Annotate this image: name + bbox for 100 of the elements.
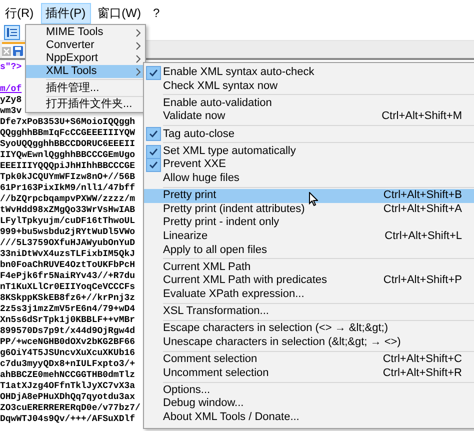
code-line: ahBBCZE0mehNCCGGTHB0dmTlz (0, 370, 136, 380)
menu-item-label: Prevent XXE (163, 158, 226, 172)
code-line: nT1KuXLlCr0EIIYoqCeVCCCFs (0, 282, 136, 292)
menu-item[interactable]: Uncomment selection Ctrl+Alt+Shift+R (144, 366, 474, 380)
menu-item[interactable]: Tag auto-close (144, 128, 474, 142)
code-line: 33niDtWvX4uzsTLFixbIM5QkJ (0, 249, 136, 259)
menu-item-label: Enable auto-validation (163, 96, 272, 110)
menu-item-label: About XML Tools / Donate... (163, 411, 300, 425)
menu-item-label: Unescape characters in selection (&lt;&gt; → <>) (163, 336, 401, 350)
code-line: Tpk0kJCQUYmWFIzw8nO+//56B (0, 172, 136, 182)
code-line: bn0FoaChRUVE4OztToUKFbPcH (0, 260, 136, 270)
code-line: LFylTpkyujm/cuDF16tThwoUL (0, 216, 136, 226)
menu-item[interactable]: Debug window... (144, 397, 474, 411)
menu-item[interactable]: Pretty print (indent attributes) Ctrl+Alt+Shift+A (144, 202, 474, 216)
menu-item-label: Allow huge files (163, 172, 240, 186)
shortcut-label: Ctrl+Alt+Shift+R (382, 366, 462, 380)
code-line: OHDjA8ePHuXDhQq7qyotdu3ax (0, 392, 136, 402)
menu-item-label: Pretty print (indent attributes) (163, 202, 305, 216)
menu-bar-item[interactable]: 插件(P) (40, 3, 91, 24)
menu-item[interactable]: 插件管理... (26, 82, 145, 95)
menu-item[interactable]: Current XML Path (144, 260, 474, 274)
menu-item[interactable]: Allow huge files (144, 172, 474, 186)
menu-item-label: Enable XML syntax auto-check (163, 66, 314, 80)
menu-item[interactable]: NppExport (26, 52, 145, 65)
menu-item-label: Current XML Path with predicates (163, 274, 328, 288)
save-icon[interactable] (13, 46, 23, 56)
mouse-pointer-icon (309, 192, 318, 206)
menu-item[interactable]: Options... (144, 384, 474, 398)
menu-item[interactable]: XML Tools (26, 65, 145, 78)
menu-item[interactable]: Evaluate XPath expression... (144, 288, 474, 302)
menu-item-label: Check XML syntax now (163, 80, 278, 94)
shortcut-label: Ctrl+Alt+Shift+P (383, 274, 462, 288)
code-line: 2z5s3j1mzZmV5rE6n4/79+wD4 (0, 304, 136, 314)
code-line: PP/+wceNGHB0dOXv2bKG2BF66 (0, 337, 136, 347)
shortcut-label: Ctrl+Alt+Shift+B (383, 189, 462, 203)
menu-item[interactable]: Unescape characters in selection (&lt;&gt; → <>) (144, 336, 474, 350)
menu-item-label: Debug window... (163, 397, 244, 411)
menu-item[interactable]: Enable auto-validation (144, 96, 474, 110)
menu-item-label: Validate now (163, 110, 226, 124)
menu-item[interactable]: Escape characters in selection (<> → &lt;&gt;) (144, 322, 474, 336)
menu-item[interactable]: MIME Tools (26, 26, 145, 39)
code-line: 999+bu5wsbdu2jRYtWuDl5VWo (0, 227, 136, 237)
code-line: c7du3myyQDx8+nIULFxpto3/+ (0, 359, 136, 369)
menu-item[interactable]: Apply to all open files (144, 244, 474, 258)
menu-item-label: Linearize (163, 230, 208, 244)
code-line: T1atXJzg4OFfnTklJyXC7vX3a (0, 381, 136, 391)
code-line: 61Pr163PixIkM9/nll1/47bff (0, 183, 136, 193)
code-line: F4ePjk6fr5NaiRYv43//+R7du (0, 271, 136, 281)
menu-item[interactable]: XSL Transformation... (144, 305, 474, 319)
shortcut-label: Ctrl+Alt+Shift+C (382, 353, 462, 367)
menu-item[interactable]: 打开插件文件夹... (26, 98, 145, 112)
menu-item[interactable]: Validate now Ctrl+Alt+Shift+M (144, 110, 474, 124)
menu-bar-item[interactable]: 窗口(W) (92, 3, 146, 24)
code-line: yZy8 (0, 95, 22, 105)
code-line: //bZQrpcbqampvPXWW/zzzz/m (0, 194, 136, 204)
menu-item[interactable]: Check XML syntax now (144, 80, 474, 94)
code-line: ///5L3759OXfuHJAWyubOnYuD (0, 238, 136, 248)
shortcut-label: Ctrl+Alt+Shift+A (383, 202, 462, 216)
menu-item[interactable]: Linearize Ctrl+Alt+Shift+L (144, 230, 474, 244)
menu-item-label: Options... (163, 384, 210, 398)
menu-item-label: Set XML type automatically (163, 144, 296, 158)
menu-item[interactable]: Pretty print Ctrl+Alt+Shift+B (144, 189, 474, 203)
code-line: QQgghhBBmIqFcCCGEEEIIIYQW (0, 128, 136, 138)
code-line: tWvHdd98xZMgQo33WrVsHwIAB (0, 205, 136, 215)
shortcut-label: Ctrl+Alt+Shift+M (382, 110, 462, 124)
code-line: 8KSkppKSkEB8fz6+//krPnj3z (0, 293, 136, 303)
menu-item-label: Comment selection (163, 353, 258, 367)
code-line: s"?> (0, 62, 22, 72)
menu-item-label: Uncomment selection (163, 366, 269, 380)
menu-item[interactable]: Prevent XXE (144, 158, 474, 172)
menu-item-label: Apply to all open files (163, 244, 267, 258)
menu-item[interactable]: Current XML Path with predicates Ctrl+Alt+Shift+P (144, 274, 474, 288)
code-line: DqwWTJ04s9Qv/+++/AFSuXDlf (0, 414, 136, 424)
menu-item-label: XSL Transformation... (163, 305, 269, 319)
menu-bar-item[interactable]: ? (148, 3, 165, 24)
code-line: IIYQwEwnlQgghhBBCCCGEmUgo (0, 150, 136, 160)
code-line: 899570Ds7p9t/x44d9OjRgw4d (0, 326, 136, 336)
menu-item-label: Evaluate XPath expression... (163, 288, 304, 302)
code-link[interactable]: m/of (0, 84, 22, 94)
shortcut-label: Ctrl+Alt+Shift+L (384, 230, 462, 244)
menu-item-label: Current XML Path (163, 260, 251, 274)
menu-item[interactable]: Enable XML syntax auto-check (144, 66, 474, 80)
menu-item-label: Escape characters in selection (<> → &lt;&gt;) (163, 322, 388, 336)
menu-item[interactable]: About XML Tools / Donate... (144, 411, 474, 425)
menu-item[interactable]: Set XML type automatically (144, 144, 474, 158)
menu-bar-item[interactable]: 行(R) (0, 3, 39, 24)
menu-item[interactable]: Pretty print - indent only (144, 216, 474, 230)
menu-item-label: Tag auto-close (163, 128, 235, 142)
code-line: Dfe7xPoB353U+S6MoioIQQggh (0, 117, 136, 127)
code-line: Xn5s6dSrTpk1j0KBBLF++vMBr (0, 315, 136, 325)
menu-item-label: Pretty print (163, 189, 216, 203)
indent-icon[interactable] (4, 24, 20, 40)
code-line: g6OiY4T5JSUncvXuXcuXKUb16 (0, 348, 136, 358)
menu-item[interactable]: Comment selection Ctrl+Alt+Shift+C (144, 353, 474, 367)
menu-item-label: Pretty print - indent only (163, 216, 280, 230)
code-line: EEEIIIYQQQpiJhHIhhBBCCCGE (0, 161, 136, 171)
code-line: ZO3cuERERRERERqD0e/v77bz7/ (0, 403, 140, 413)
code-line: wm3v (0, 106, 22, 116)
menu-item[interactable]: Converter (26, 39, 145, 52)
code-line: SyoUQQgghhBBCCDORUC6EEEII (0, 139, 136, 149)
